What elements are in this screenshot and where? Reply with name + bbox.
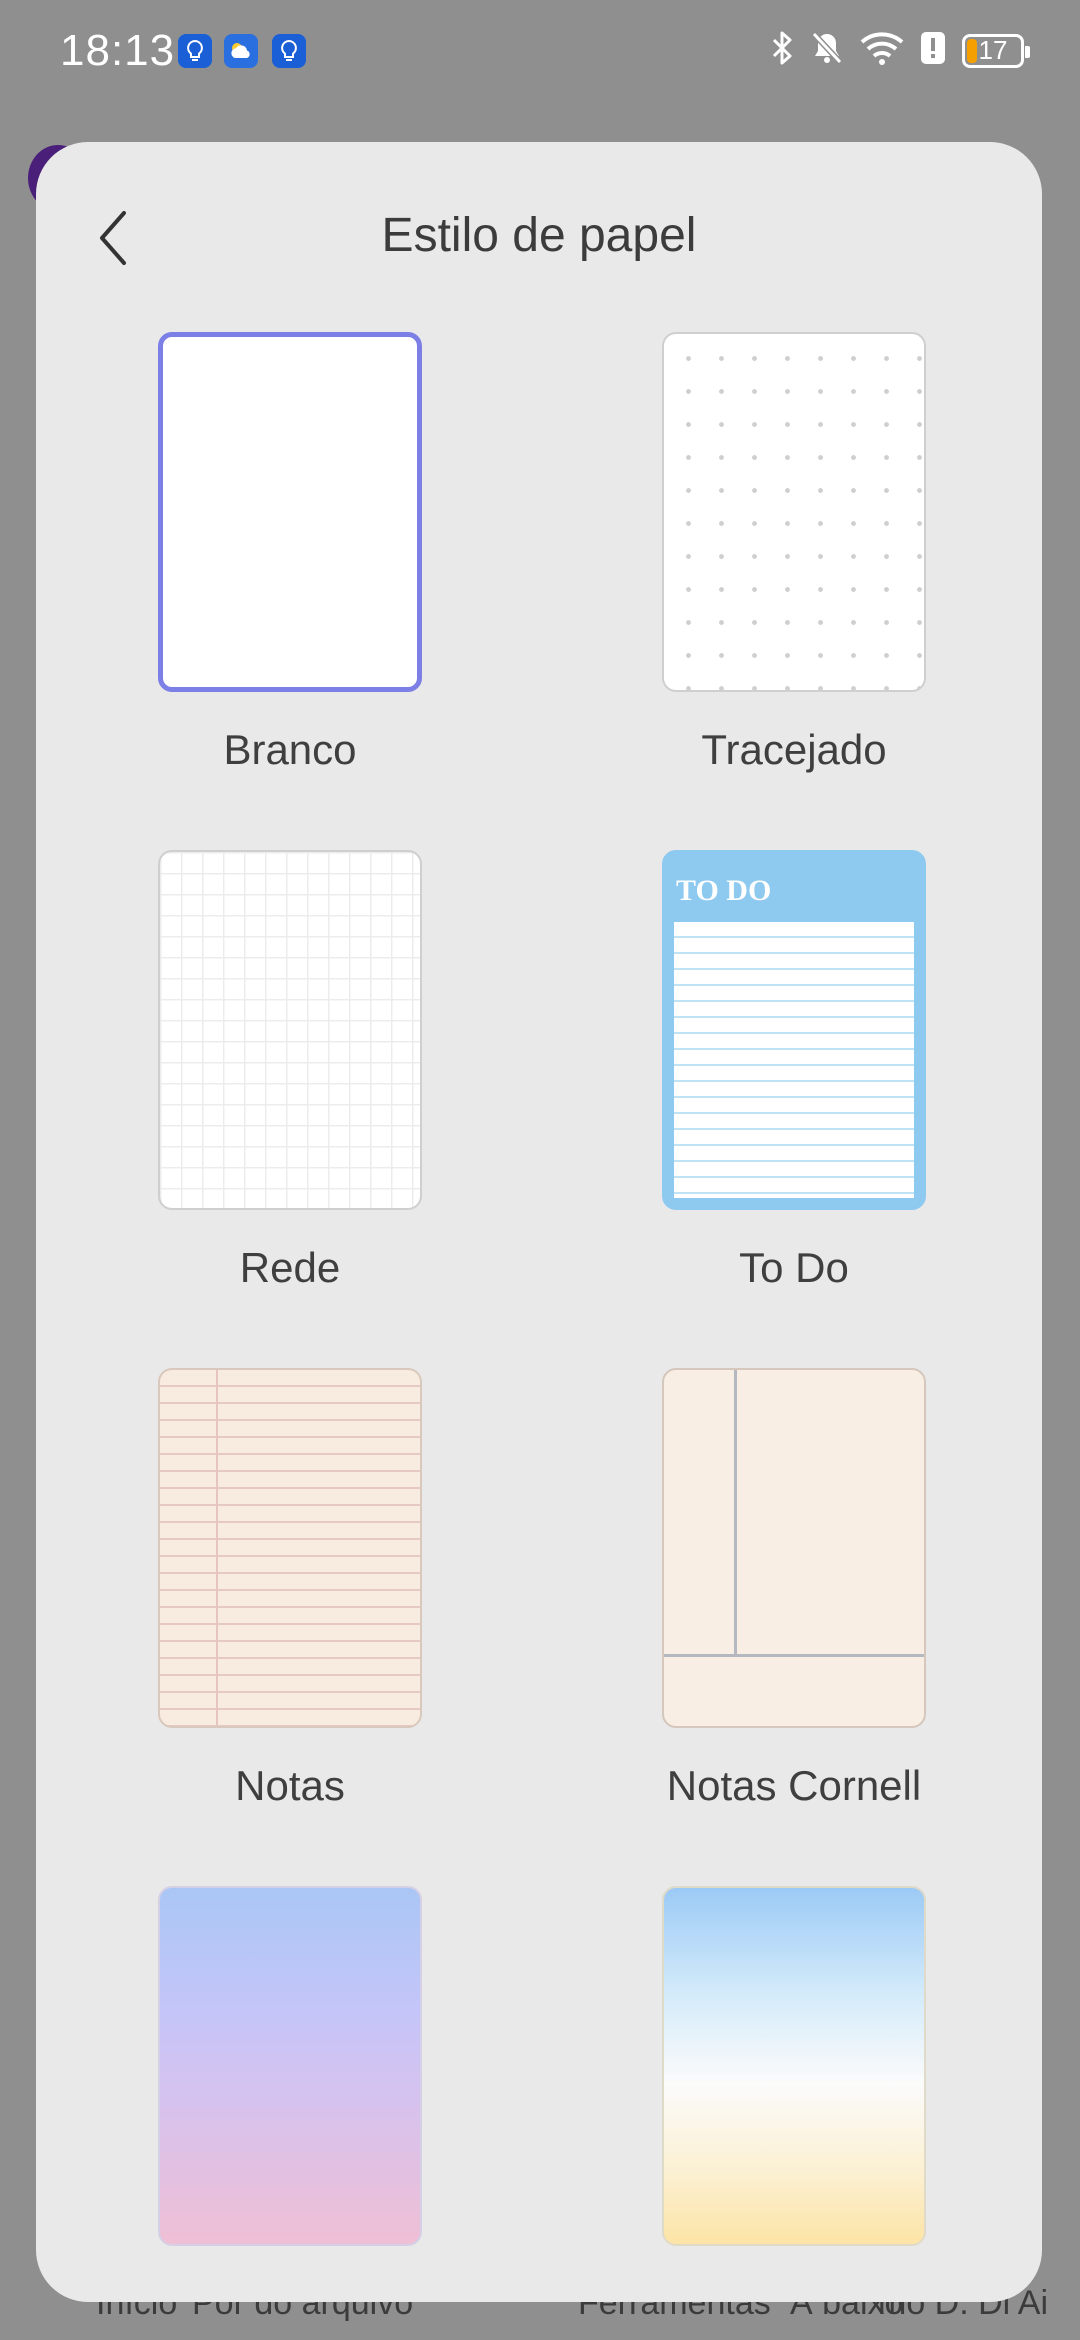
paper-option-gradient-purple[interactable] (158, 1886, 422, 2246)
alert-icon (920, 31, 946, 70)
paper-preview-to-do: TO DO (662, 850, 926, 1210)
paper-label: Notas Cornell (666, 1762, 922, 1809)
lightbulb-icon (272, 34, 306, 68)
paper-preview-branco (158, 332, 422, 692)
cornell-summary-divider (664, 1654, 924, 1657)
weather-icon (224, 34, 258, 68)
paper-style-sheet: Estilo de papel Branco Tracejado Rede TO… (36, 142, 1042, 2302)
wifi-icon (860, 30, 904, 71)
paper-option-to-do[interactable]: TO DO To Do (662, 850, 926, 1291)
todo-preview-lines (674, 922, 914, 1198)
bell-muted-icon (810, 30, 844, 71)
status-time: 18:13 (60, 26, 176, 75)
paper-label: Tracejado (701, 726, 887, 773)
cornell-cue-divider (734, 1370, 737, 1655)
paper-option-notas[interactable]: Notas (158, 1368, 422, 1809)
bluetooth-icon (770, 30, 794, 71)
battery-fill (967, 38, 977, 63)
paper-preview-notas (158, 1368, 422, 1728)
paper-preview-tracejado (662, 332, 926, 692)
paper-preview-gradient-sky (662, 1886, 926, 2246)
paper-preview-notas-cornell (662, 1368, 926, 1728)
paper-option-branco[interactable]: Branco (158, 332, 422, 773)
paper-label: Notas (235, 1762, 345, 1809)
paper-preview-gradient-purple (158, 1886, 422, 2246)
lightbulb-icon (178, 34, 212, 68)
paper-label: To Do (739, 1244, 849, 1291)
paper-option-rede[interactable]: Rede (158, 850, 422, 1291)
paper-option-notas-cornell[interactable]: Notas Cornell (662, 1368, 926, 1809)
paper-preview-rede (158, 850, 422, 1210)
paper-label: Rede (239, 1244, 341, 1291)
battery-level: 17 (978, 35, 1008, 65)
todo-preview-heading: TO DO (676, 874, 772, 907)
paper-option-gradient-sky[interactable] (662, 1886, 926, 2246)
status-bar: 18:13 17 (0, 0, 1080, 105)
paper-option-tracejado[interactable]: Tracejado (662, 332, 926, 773)
battery-icon: 17 (962, 33, 1030, 68)
paper-label: Branco (223, 726, 357, 773)
page-title: Estilo de papel (381, 209, 697, 262)
